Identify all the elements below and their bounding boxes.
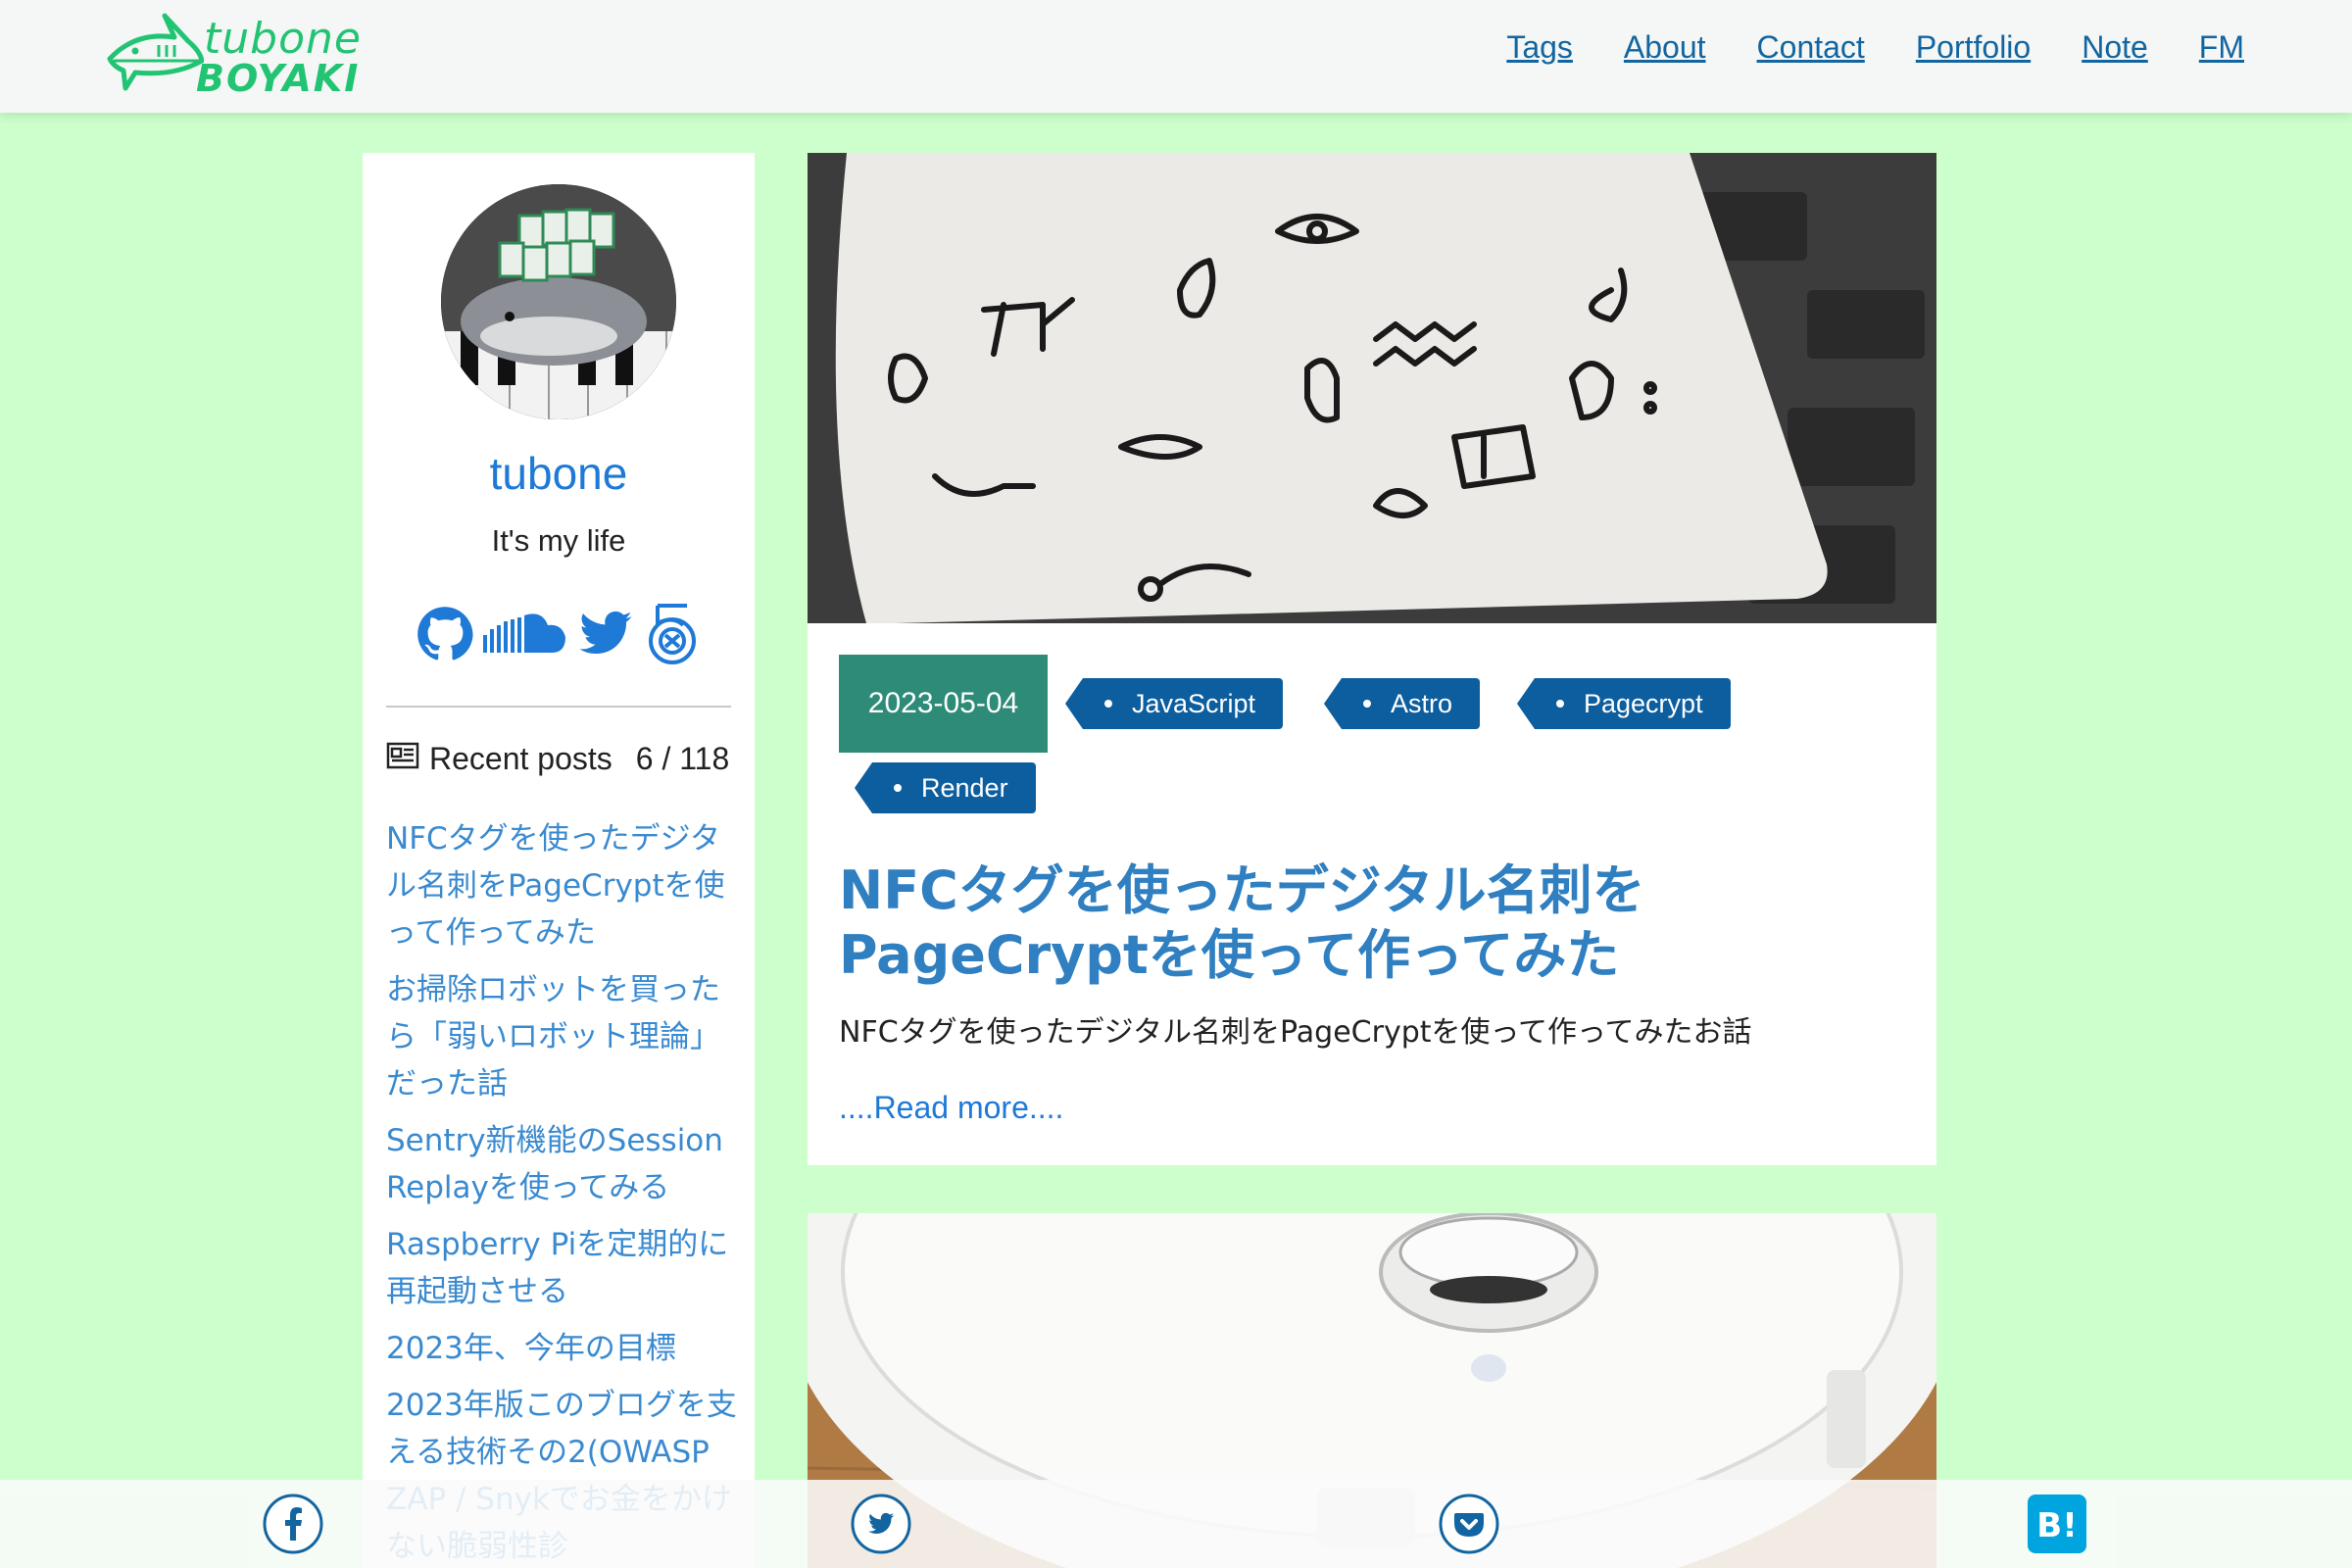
twitter-icon[interactable]	[577, 606, 634, 666]
site-logo[interactable]: tubone BOYAKI	[106, 12, 375, 102]
recent-posts-count: 6 / 118	[635, 741, 730, 776]
recent-posts-label: Recent posts	[429, 741, 612, 776]
author-tagline: It's my life	[491, 523, 626, 558]
soundcloud-icon[interactable]	[483, 606, 567, 666]
profile-sidebar: tubone It's my life Recent posts 6 / 118…	[363, 153, 755, 1568]
recent-posts-list: NFCタグを使ったデジタル名刺をPageCryptを使って作ってみた お掃除ロボ…	[386, 815, 739, 1568]
recent-post-link[interactable]: Raspberry Piを定期的に再起動させる	[386, 1221, 739, 1315]
site-header: tubone BOYAKI Tags About Contact Portfol…	[0, 0, 2352, 113]
logo-text-boyaki: BOYAKI	[196, 57, 361, 100]
twitter-icon[interactable]	[851, 1494, 911, 1554]
nav-link-tags[interactable]: Tags	[1506, 29, 1573, 66]
avatar	[441, 184, 676, 419]
recent-posts-header: Recent posts 6 / 118	[386, 741, 729, 777]
sidebar-divider	[386, 706, 731, 708]
tag-render[interactable]: Render	[855, 762, 1036, 813]
author-name[interactable]: tubone	[363, 447, 755, 500]
post-title[interactable]: NFCタグを使ったデジタル名刺をPageCryptを使って作ってみた	[839, 858, 1897, 988]
pocket-icon[interactable]	[1439, 1494, 1499, 1554]
nav-link-about[interactable]: About	[1624, 29, 1706, 66]
share-bar: B!	[0, 1480, 2352, 1568]
github-icon[interactable]	[416, 606, 473, 666]
recent-post-link[interactable]: Sentry新機能のSession Replayを使ってみる	[386, 1117, 739, 1211]
tag-pagecrypt[interactable]: Pagecrypt	[1517, 678, 1731, 729]
post-description: NFCタグを使ったデジタル名刺をPageCryptを使って作ってみたお話	[839, 1015, 1752, 1050]
post-date-badge: 2023-05-04	[839, 655, 1048, 753]
newspaper-icon	[386, 741, 419, 777]
post-card: 2023-05-04 JavaScript Astro Pagecrypt Re…	[808, 153, 1936, 1165]
facebook-icon[interactable]	[263, 1494, 323, 1554]
shark-logo-icon	[107, 13, 204, 91]
recent-post-link[interactable]: NFCタグを使ったデジタル名刺をPageCryptを使って作ってみた	[386, 815, 739, 956]
svg-text:B!: B!	[2036, 1506, 2077, 1545]
main-nav: Tags About Contact Portfolio Note FM	[1506, 29, 2244, 66]
500px-icon[interactable]	[644, 602, 701, 670]
social-links	[363, 602, 755, 670]
tag-javascript[interactable]: JavaScript	[1064, 678, 1284, 729]
recent-post-link[interactable]: お掃除ロボットを買ったら「弱いロボット理論」だった話	[386, 966, 739, 1107]
nav-link-contact[interactable]: Contact	[1757, 29, 1865, 66]
nav-link-note[interactable]: Note	[2082, 29, 2148, 66]
nav-link-fm[interactable]: FM	[2199, 29, 2244, 66]
tag-astro[interactable]: Astro	[1323, 678, 1481, 729]
read-more-link[interactable]: ....Read more....	[839, 1090, 1063, 1126]
recent-post-link[interactable]: 2023年、今年の目標	[386, 1325, 739, 1372]
post-thumbnail[interactable]	[808, 153, 1936, 623]
avatar-shark-plush-image	[441, 184, 676, 419]
hatena-bookmark-icon[interactable]: B!	[2027, 1494, 2087, 1554]
nfc-card-hieroglyph-image	[808, 153, 1936, 623]
nav-link-portfolio[interactable]: Portfolio	[1916, 29, 2031, 66]
